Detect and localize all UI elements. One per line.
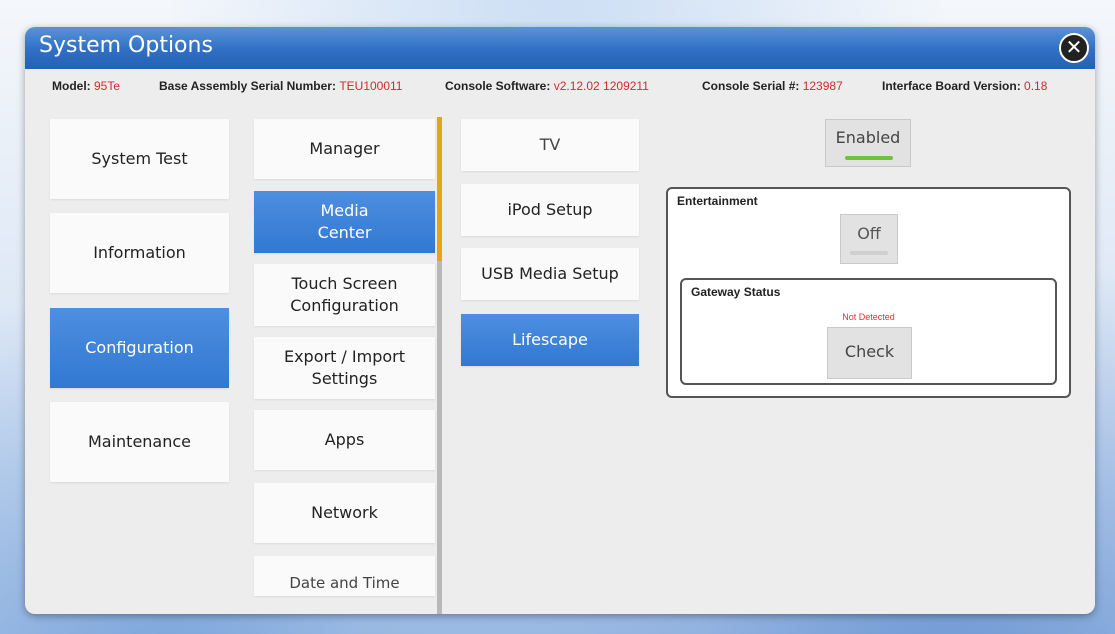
submenu-ipod-setup[interactable]: iPod Setup	[461, 184, 639, 236]
interface-label: Interface Board Version:	[882, 79, 1025, 93]
submenu-export-import-settings[interactable]: Export / Import Settings	[254, 337, 435, 399]
off-label: Off	[857, 224, 881, 243]
off-indicator	[850, 251, 888, 255]
gateway-status-panel: Gateway Status Not Detected Check	[680, 278, 1057, 385]
gateway-status-title: Gateway Status	[691, 285, 781, 299]
window-title: System Options	[39, 33, 213, 58]
submenu-tv[interactable]: TV	[461, 119, 639, 171]
check-button[interactable]: Check	[827, 327, 912, 379]
submenu-usb-media-setup[interactable]: USB Media Setup	[461, 248, 639, 300]
enabled-indicator	[845, 156, 893, 160]
software-value: v2.12.02 1209211	[553, 79, 649, 93]
model-value: 95Te	[94, 79, 121, 93]
serial-value: TEU100011	[339, 79, 403, 93]
console-serial-label: Console Serial #:	[702, 79, 803, 93]
submenu-apps[interactable]: Apps	[254, 410, 435, 470]
entertainment-panel: Entertainment Off Gateway Status Not Det…	[666, 187, 1071, 398]
console-serial-info: Console Serial #: 123987	[702, 79, 843, 93]
serial-info: Base Assembly Serial Number: TEU100011	[159, 79, 402, 93]
close-icon[interactable]: ✕	[1059, 33, 1089, 63]
menu-maintenance[interactable]: Maintenance	[50, 402, 229, 482]
system-options-window: System Options ✕ Model: 95Te Base Assemb…	[25, 27, 1095, 614]
submenu-network[interactable]: Network	[254, 483, 435, 543]
console-serial-value: 123987	[802, 79, 843, 93]
software-label: Console Software:	[445, 79, 554, 93]
submenu-media-center[interactable]: Media Center	[254, 191, 435, 253]
entertainment-off-toggle[interactable]: Off	[840, 214, 898, 264]
menu-information[interactable]: Information	[50, 213, 229, 293]
interface-value: 0.18	[1024, 79, 1048, 93]
menu-system-test[interactable]: System Test	[50, 119, 229, 199]
title-bar: System Options ✕	[25, 27, 1095, 69]
enabled-toggle[interactable]: Enabled	[825, 119, 911, 167]
gateway-status-text: Not Detected	[842, 312, 895, 322]
submenu-touch-screen-configuration[interactable]: Touch Screen Configuration	[254, 264, 435, 326]
submenu-date-and-time[interactable]: Date and Time	[254, 556, 435, 596]
model-info: Model: 95Te	[52, 79, 120, 93]
scrollbar-thumb[interactable]	[437, 117, 442, 261]
serial-label: Base Assembly Serial Number:	[159, 79, 340, 93]
submenu-lifescape[interactable]: Lifescape	[461, 314, 639, 366]
menu-configuration[interactable]: Configuration	[50, 308, 229, 388]
software-info: Console Software: v2.12.02 1209211	[445, 79, 649, 93]
info-bar: Model: 95Te Base Assembly Serial Number:…	[25, 69, 1095, 99]
entertainment-title: Entertainment	[677, 194, 758, 208]
enabled-label: Enabled	[835, 128, 901, 147]
submenu-manager[interactable]: Manager	[254, 119, 435, 179]
model-label: Model:	[52, 79, 94, 93]
interface-info: Interface Board Version: 0.18	[882, 79, 1047, 93]
